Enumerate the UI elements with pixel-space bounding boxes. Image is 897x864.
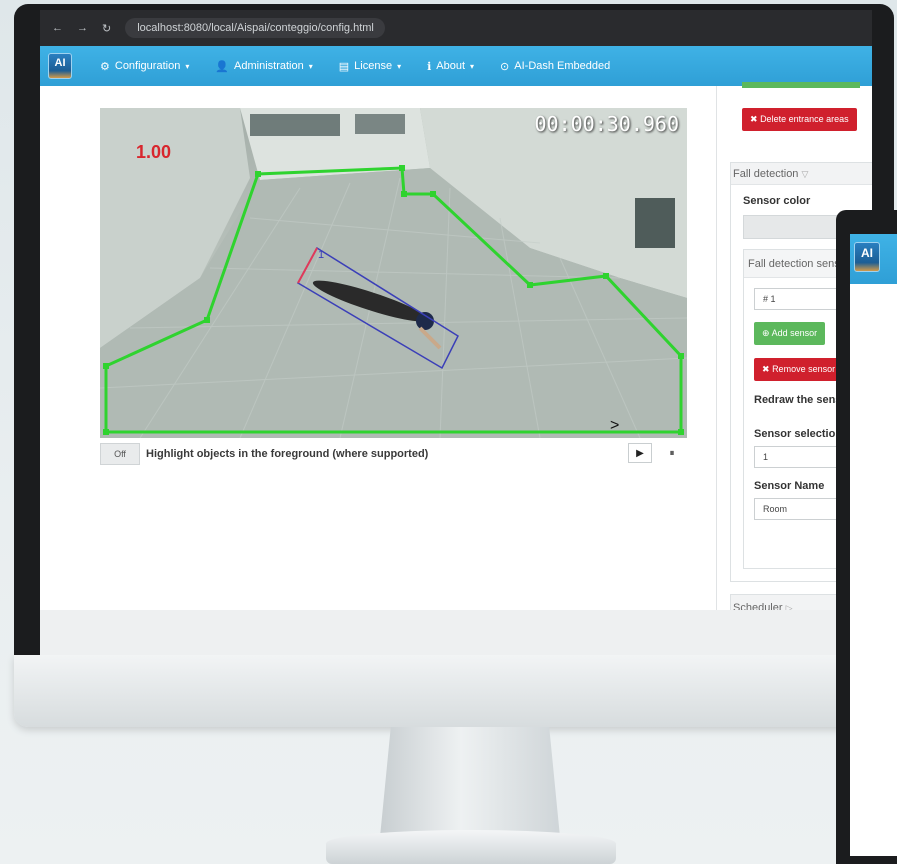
video-controls: Off Highlight objects in the foreground … (100, 442, 687, 466)
plus-icon: ⊕ (762, 328, 770, 338)
app-logo[interactable]: AI (48, 53, 72, 79)
chevron-down-icon: ▾ (470, 61, 475, 71)
chevron-down-icon: ▽ (801, 169, 809, 179)
delete-entrance-areas-button[interactable]: ✖ Delete entrance areas (742, 108, 857, 131)
next-marker: > (610, 417, 619, 434)
camera-video[interactable]: 1 > 00:00:30.960 1.00 (100, 108, 687, 438)
sensor-name-label: Sensor Name (754, 480, 825, 492)
green-button-edge (742, 82, 860, 88)
nav-label: License (354, 60, 393, 72)
video-scene: 1 > (100, 108, 687, 438)
reload-icon[interactable]: ↻ (102, 22, 111, 35)
user-icon: 👤 (215, 60, 230, 73)
play-button[interactable]: ▶ (628, 443, 652, 463)
second-monitor-logo[interactable]: AI (854, 242, 880, 272)
screen-bottom-strip (40, 610, 872, 655)
browser-addressbar: ← → ↻ localhost:8080/local/Aispai/conteg… (40, 10, 872, 46)
heading-text: Scheduler (733, 602, 783, 610)
window (635, 198, 675, 248)
forward-icon[interactable]: → (77, 22, 88, 34)
window (250, 114, 340, 136)
video-timecode: 00:00:30.960 (534, 112, 680, 136)
nav-label: About (436, 60, 466, 72)
button-label: Remove sensor (772, 364, 836, 374)
back-icon[interactable]: ← (52, 22, 63, 34)
gear-icon: ⚙ (100, 60, 110, 73)
nav-configuration[interactable]: ⚙ Configuration ▾ (100, 60, 189, 73)
window (355, 114, 405, 134)
sensor-number: 1 (318, 249, 324, 261)
chevron-right-icon: ▷ (785, 603, 793, 610)
monitor-stand-base (326, 830, 616, 864)
monitor-chin (14, 655, 894, 727)
license-icon: ▤ (338, 60, 350, 73)
highlight-label: Highlight objects in the foreground (whe… (146, 448, 429, 460)
nav-administration[interactable]: 👤 Administration ▾ (215, 60, 312, 73)
app-navbar: AI ⚙ Configuration ▾ 👤 Administration ▾ … (40, 46, 872, 86)
nav-about[interactable]: ℹ About ▾ (427, 60, 474, 73)
nav-label: Configuration (114, 60, 181, 72)
pause-button[interactable]: ⏸ (660, 443, 684, 463)
close-icon: ✖ (762, 364, 770, 374)
add-sensor-button[interactable]: ⊕ Add sensor (754, 322, 826, 345)
nav-license[interactable]: ▤ License ▾ (339, 60, 401, 73)
panel-divider (716, 86, 717, 610)
second-monitor-screen: AI (850, 234, 897, 856)
info-icon: ℹ (427, 60, 432, 73)
url-field[interactable]: localhost:8080/local/Aispai/conteggio/co… (125, 18, 386, 38)
nav-label: AI-Dash Embedded (514, 60, 611, 72)
dash-icon: ⊙ (500, 60, 510, 73)
sensor-selection-label: Sensor selection (754, 428, 843, 440)
monitor-stand-neck (380, 727, 560, 837)
button-label: Add sensor (771, 328, 818, 338)
fall-detection-heading[interactable]: Fall detection ▽ (731, 163, 872, 185)
remove-sensor-button[interactable]: ✖ Remove sensor (754, 358, 844, 381)
chevron-down-icon: ▾ (185, 61, 190, 71)
highlight-toggle[interactable]: Off (100, 443, 140, 465)
second-monitor-navbar: AI (850, 234, 897, 284)
nav-ai-dash[interactable]: ⊙ AI-Dash Embedded (500, 60, 610, 73)
heading-text: Fall detection (733, 168, 799, 180)
sensor-color-label: Sensor color (743, 195, 811, 207)
button-label: Delete entrance areas (760, 114, 849, 124)
video-speed: 1.00 (136, 142, 172, 162)
nav-label: Administration (234, 60, 304, 72)
close-icon: ✖ (750, 114, 758, 124)
chevron-down-icon: ▾ (308, 61, 313, 71)
chevron-down-icon: ▾ (397, 61, 402, 71)
monitor-screen: ← → ↻ localhost:8080/local/Aispai/conteg… (40, 10, 872, 610)
